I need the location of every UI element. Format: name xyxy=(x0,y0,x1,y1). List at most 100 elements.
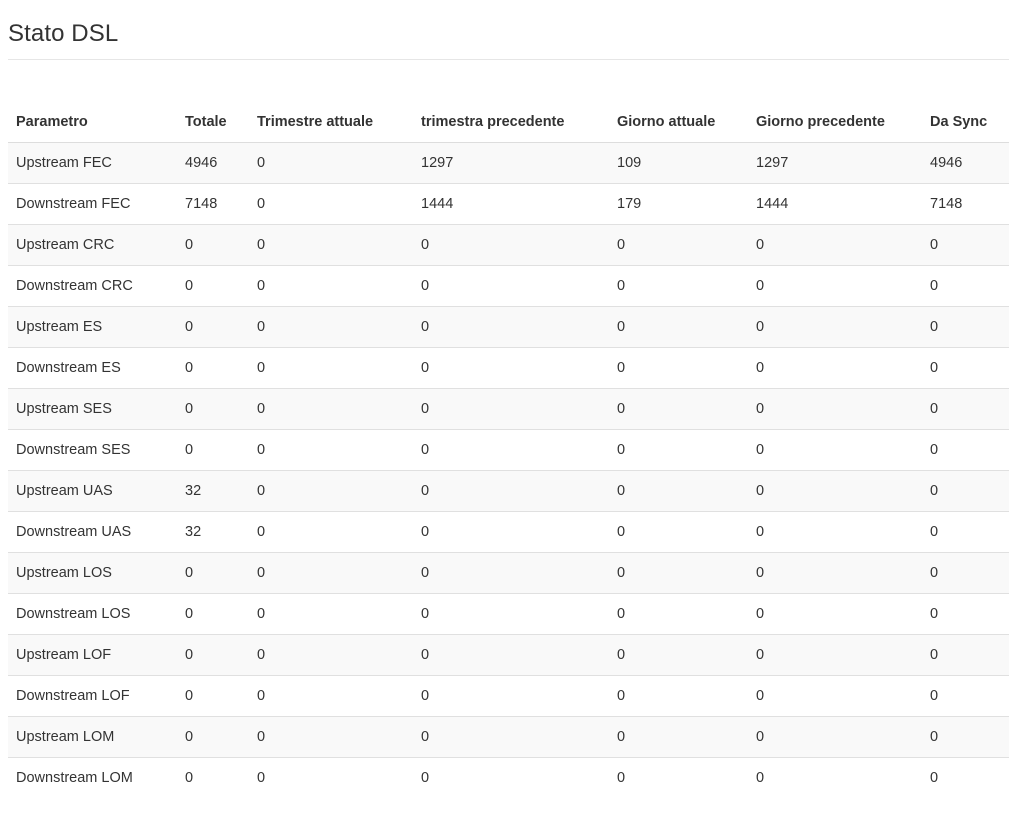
cell-giorno-attuale: 179 xyxy=(609,183,748,225)
cell-giorno-precedente: 0 xyxy=(748,388,922,430)
cell-parametro: Downstream UAS xyxy=(8,511,177,553)
cell-totale: 0 xyxy=(177,429,249,471)
cell-totale: 0 xyxy=(177,347,249,389)
cell-totale: 0 xyxy=(177,265,249,307)
table-row: Upstream LOM 0 0 0 0 0 0 xyxy=(8,716,1009,758)
cell-giorno-precedente: 0 xyxy=(748,265,922,307)
cell-parametro: Upstream LOS xyxy=(8,552,177,594)
header-da-sync: Da Sync xyxy=(922,102,1009,143)
cell-giorno-attuale: 0 xyxy=(609,511,748,553)
cell-da-sync: 0 xyxy=(922,347,1009,389)
dsl-stats-table: Parametro Totale Trimestre attuale trime… xyxy=(8,102,1009,798)
table-row: Downstream UAS 32 0 0 0 0 0 xyxy=(8,511,1009,553)
table-row: Upstream ES 0 0 0 0 0 0 xyxy=(8,306,1009,348)
cell-trimestre-attuale: 0 xyxy=(249,675,413,717)
cell-giorno-attuale: 0 xyxy=(609,634,748,676)
cell-trimestra-precedente: 0 xyxy=(413,347,609,389)
cell-giorno-attuale: 0 xyxy=(609,675,748,717)
cell-giorno-attuale: 0 xyxy=(609,388,748,430)
cell-totale: 0 xyxy=(177,306,249,348)
cell-trimestra-precedente: 0 xyxy=(413,265,609,307)
cell-trimestre-attuale: 0 xyxy=(249,388,413,430)
cell-da-sync: 0 xyxy=(922,306,1009,348)
cell-da-sync: 0 xyxy=(922,388,1009,430)
cell-giorno-attuale: 0 xyxy=(609,552,748,594)
table-row: Upstream CRC 0 0 0 0 0 0 xyxy=(8,224,1009,266)
cell-parametro: Downstream SES xyxy=(8,429,177,471)
cell-totale: 0 xyxy=(177,552,249,594)
cell-totale: 0 xyxy=(177,757,249,798)
cell-totale: 0 xyxy=(177,388,249,430)
cell-giorno-attuale: 0 xyxy=(609,347,748,389)
cell-trimestre-attuale: 0 xyxy=(249,347,413,389)
cell-da-sync: 0 xyxy=(922,511,1009,553)
cell-giorno-attuale: 0 xyxy=(609,429,748,471)
table-row: Downstream FEC 7148 0 1444 179 1444 7148 xyxy=(8,183,1009,225)
cell-parametro: Upstream SES xyxy=(8,388,177,430)
cell-parametro: Downstream FEC xyxy=(8,183,177,225)
cell-totale: 32 xyxy=(177,511,249,553)
cell-trimestre-attuale: 0 xyxy=(249,593,413,635)
cell-trimestre-attuale: 0 xyxy=(249,429,413,471)
cell-totale: 4946 xyxy=(177,142,249,184)
cell-parametro: Upstream CRC xyxy=(8,224,177,266)
cell-parametro: Downstream LOM xyxy=(8,757,177,798)
cell-parametro: Downstream CRC xyxy=(8,265,177,307)
table-row: Downstream SES 0 0 0 0 0 0 xyxy=(8,429,1009,471)
cell-giorno-precedente: 0 xyxy=(748,429,922,471)
table-row: Downstream ES 0 0 0 0 0 0 xyxy=(8,347,1009,389)
cell-da-sync: 0 xyxy=(922,716,1009,758)
cell-trimestre-attuale: 0 xyxy=(249,265,413,307)
table-row: Upstream SES 0 0 0 0 0 0 xyxy=(8,388,1009,430)
cell-giorno-attuale: 0 xyxy=(609,224,748,266)
cell-totale: 7148 xyxy=(177,183,249,225)
cell-trimestre-attuale: 0 xyxy=(249,634,413,676)
cell-trimestra-precedente: 1297 xyxy=(413,142,609,184)
header-totale: Totale xyxy=(177,102,249,143)
cell-giorno-precedente: 0 xyxy=(748,716,922,758)
cell-totale: 0 xyxy=(177,675,249,717)
cell-trimestre-attuale: 0 xyxy=(249,224,413,266)
table-row: Upstream LOS 0 0 0 0 0 0 xyxy=(8,552,1009,594)
cell-giorno-attuale: 0 xyxy=(609,306,748,348)
cell-giorno-precedente: 0 xyxy=(748,511,922,553)
cell-giorno-attuale: 0 xyxy=(609,470,748,512)
title-divider xyxy=(8,59,1009,60)
cell-parametro: Downstream LOF xyxy=(8,675,177,717)
header-trimestre-attuale: Trimestre attuale xyxy=(249,102,413,143)
cell-giorno-precedente: 0 xyxy=(748,634,922,676)
cell-trimestra-precedente: 0 xyxy=(413,429,609,471)
cell-parametro: Upstream LOF xyxy=(8,634,177,676)
cell-trimestra-precedente: 0 xyxy=(413,593,609,635)
cell-trimestre-attuale: 0 xyxy=(249,716,413,758)
cell-parametro: Downstream ES xyxy=(8,347,177,389)
cell-trimestre-attuale: 0 xyxy=(249,183,413,225)
cell-trimestre-attuale: 0 xyxy=(249,470,413,512)
cell-giorno-precedente: 0 xyxy=(748,552,922,594)
cell-totale: 32 xyxy=(177,470,249,512)
cell-da-sync: 0 xyxy=(922,470,1009,512)
table-row: Upstream LOF 0 0 0 0 0 0 xyxy=(8,634,1009,676)
cell-giorno-precedente: 1297 xyxy=(748,142,922,184)
cell-trimestra-precedente: 1444 xyxy=(413,183,609,225)
header-parametro: Parametro xyxy=(8,102,177,143)
cell-da-sync: 0 xyxy=(922,675,1009,717)
cell-da-sync: 4946 xyxy=(922,142,1009,184)
cell-giorno-precedente: 0 xyxy=(748,757,922,798)
cell-da-sync: 7148 xyxy=(922,183,1009,225)
cell-da-sync: 0 xyxy=(922,265,1009,307)
cell-trimestra-precedente: 0 xyxy=(413,634,609,676)
cell-da-sync: 0 xyxy=(922,757,1009,798)
cell-trimestra-precedente: 0 xyxy=(413,388,609,430)
cell-trimestra-precedente: 0 xyxy=(413,716,609,758)
header-giorno-attuale: Giorno attuale xyxy=(609,102,748,143)
table-row: Downstream LOS 0 0 0 0 0 0 xyxy=(8,593,1009,635)
cell-totale: 0 xyxy=(177,593,249,635)
cell-giorno-precedente: 0 xyxy=(748,306,922,348)
cell-trimestre-attuale: 0 xyxy=(249,306,413,348)
cell-giorno-attuale: 0 xyxy=(609,757,748,798)
cell-totale: 0 xyxy=(177,716,249,758)
cell-giorno-precedente: 1444 xyxy=(748,183,922,225)
cell-trimestra-precedente: 0 xyxy=(413,224,609,266)
header-trimestra-precedente: trimestra precedente xyxy=(413,102,609,143)
